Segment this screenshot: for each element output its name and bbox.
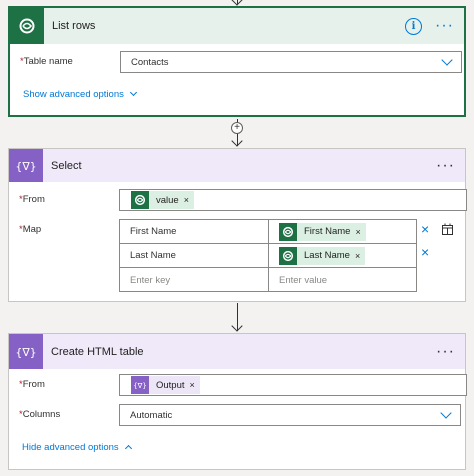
table-name-label-text: Table name [23, 56, 73, 67]
table-name-value: Contacts [131, 56, 169, 68]
svg-text:{∇}: {∇} [133, 382, 147, 390]
map-value-input[interactable]: Last Name × [269, 244, 417, 267]
dataverse-icon [279, 222, 297, 241]
info-icon[interactable]: i [405, 18, 422, 35]
from-label-text: From [22, 379, 45, 390]
from-label: *From [19, 194, 45, 205]
table-name-dropdown[interactable]: Contacts [120, 51, 462, 73]
data-operation-icon: {∇} [9, 334, 43, 369]
dataverse-icon [131, 191, 149, 209]
table-name-label: *Table name [20, 56, 73, 67]
create-html-table-card[interactable]: {∇} Create HTML table ··· *From {∇} Outp… [8, 333, 467, 470]
dataverse-icon [279, 246, 297, 265]
list-rows-title: List rows [52, 20, 96, 32]
remove-row-button[interactable]: × [421, 222, 429, 236]
chevron-up-icon [124, 444, 132, 453]
data-operation-icon: {∇} [9, 149, 43, 182]
map-value-input[interactable]: First Name × [269, 220, 417, 243]
map-value-input[interactable]: Enter value [269, 268, 417, 292]
map-key-text: First Name [130, 226, 177, 237]
remove-token-icon[interactable]: × [190, 380, 200, 390]
create-html-table-header[interactable]: {∇} Create HTML table ··· [9, 334, 465, 369]
first-name-token[interactable]: First Name × [279, 222, 366, 241]
value-placeholder: Enter value [279, 274, 328, 286]
chevron-down-icon [440, 407, 452, 419]
columns-value: Automatic [130, 409, 173, 421]
connector-arrow-1 [231, 135, 243, 147]
svg-text:{∇}: {∇} [16, 346, 36, 359]
list-rows-header[interactable]: List rows i ··· [10, 8, 464, 44]
hide-advanced-options-label: Hide advanced options [22, 442, 119, 453]
create-html-table-title: Create HTML table [51, 345, 144, 358]
list-rows-card[interactable]: List rows i ··· *Table name Contacts Sho… [8, 6, 466, 117]
value-token[interactable]: value × [131, 191, 194, 209]
connector-arrow-2 [231, 320, 243, 332]
connector-arrow-top [231, 0, 243, 6]
columns-label: *Columns [19, 409, 60, 420]
remove-token-icon[interactable]: × [184, 195, 194, 205]
create-html-table-more-button[interactable]: ··· [436, 344, 455, 360]
data-operation-icon: {∇} [131, 376, 149, 394]
map-key-text: Last Name [130, 250, 176, 261]
last-name-token[interactable]: Last Name × [279, 246, 366, 265]
columns-label-text: Columns [22, 409, 61, 420]
add-step-button[interactable]: + [231, 122, 243, 134]
from-label: *From [19, 379, 45, 390]
output-token-label: Output [156, 379, 185, 391]
select-header[interactable]: {∇} Select ··· [9, 149, 465, 182]
map-table: First Name First Name × Last Name Last N… [119, 219, 417, 292]
columns-dropdown[interactable]: Automatic [119, 404, 461, 426]
chevron-down-icon [129, 88, 137, 97]
map-label-text: Map [22, 224, 42, 235]
switch-to-text-mode-icon[interactable] [441, 223, 454, 239]
remove-token-icon[interactable]: × [355, 251, 365, 261]
svg-text:{∇}: {∇} [16, 160, 36, 173]
map-label: *Map [19, 224, 41, 235]
dataverse-icon [10, 8, 44, 44]
select-card[interactable]: {∇} Select ··· *From value × *Map First … [8, 148, 467, 302]
key-placeholder: Enter key [130, 274, 171, 286]
first-name-token-label: First Name [304, 226, 351, 237]
value-token-label: value [156, 194, 179, 206]
last-name-token-label: Last Name [304, 250, 350, 261]
chevron-down-icon [441, 54, 453, 66]
select-more-button[interactable]: ··· [436, 158, 455, 174]
from-label-text: From [22, 194, 45, 205]
map-key-input[interactable]: Last Name [120, 244, 268, 267]
map-key-input[interactable]: First Name [120, 220, 268, 243]
remove-token-icon[interactable]: × [355, 227, 365, 237]
show-advanced-options-label: Show advanced options [23, 89, 124, 100]
select-title: Select [51, 159, 82, 172]
output-token[interactable]: {∇} Output × [131, 376, 200, 394]
remove-row-button[interactable]: × [421, 245, 429, 259]
list-rows-more-button[interactable]: ··· [435, 18, 454, 34]
hide-advanced-options-link[interactable]: Hide advanced options [22, 442, 132, 453]
map-key-input[interactable]: Enter key [120, 268, 268, 292]
show-advanced-options-link[interactable]: Show advanced options [23, 88, 137, 100]
